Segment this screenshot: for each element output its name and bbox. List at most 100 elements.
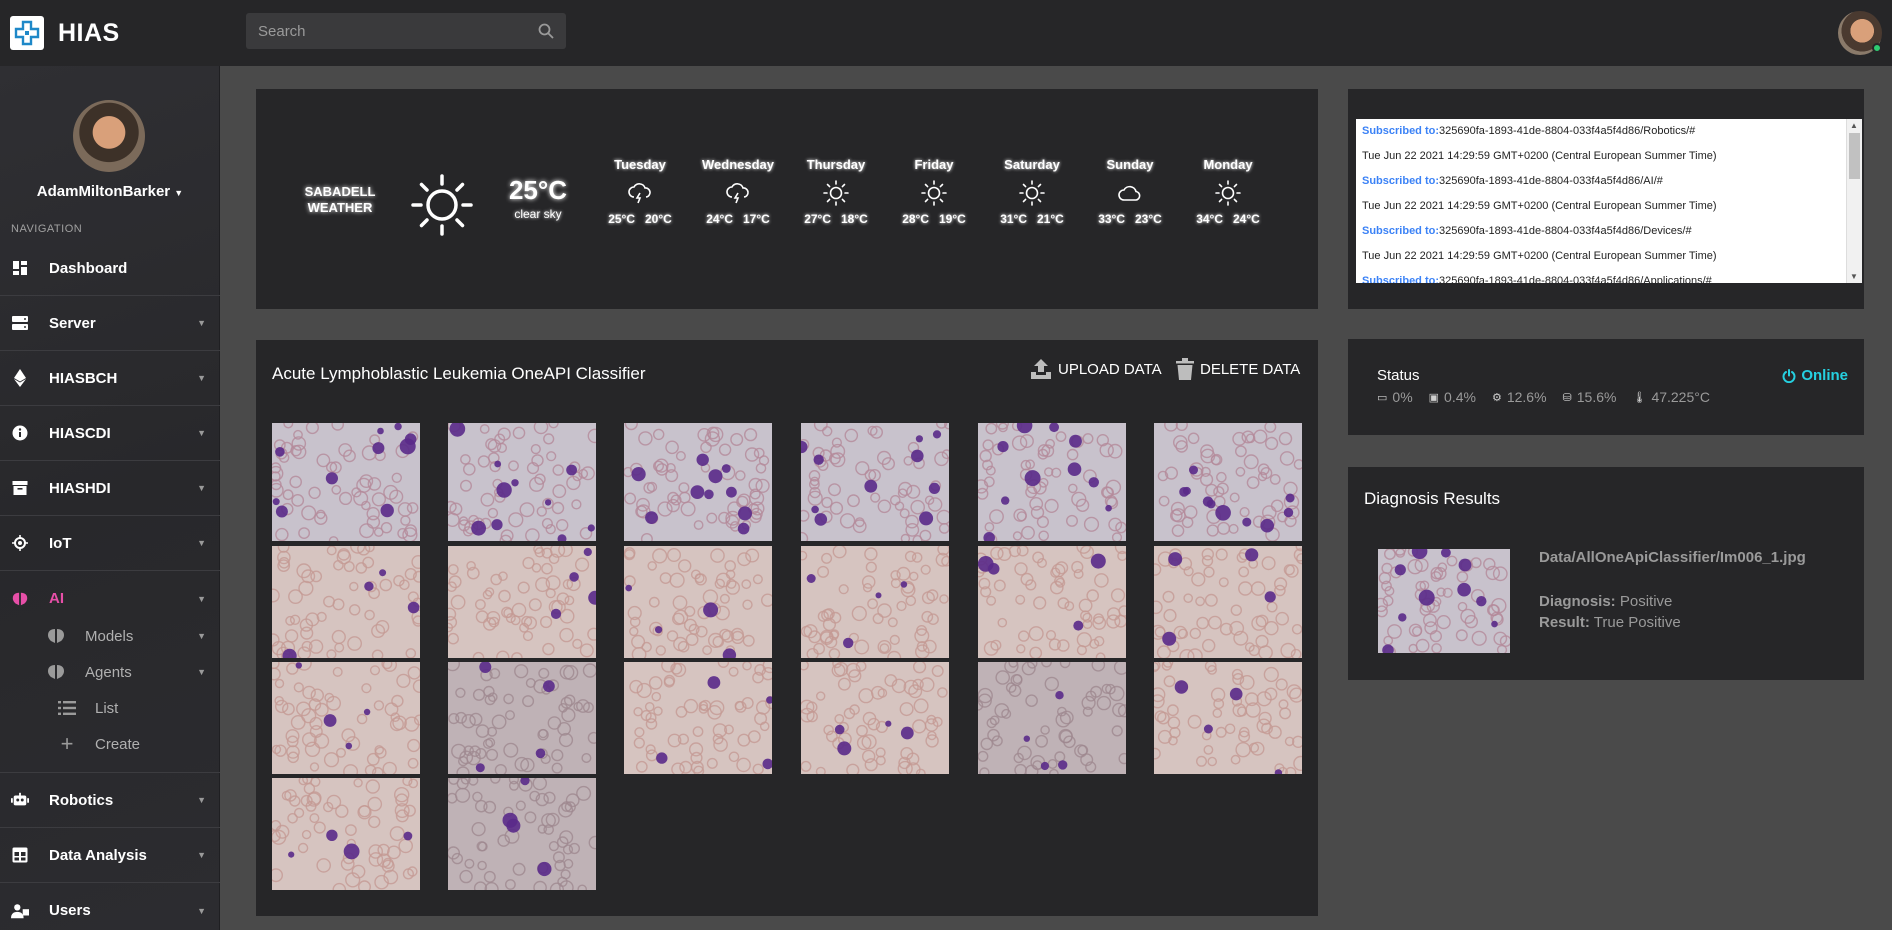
- sample-image-thumbnail[interactable]: [448, 662, 596, 774]
- forecast-day-name: Monday: [1203, 157, 1253, 172]
- forecast-temps: 25°C 20°C: [608, 212, 672, 226]
- profile-name-dropdown[interactable]: AdamMiltonBarker ▼: [0, 183, 220, 200]
- delete-data-button[interactable]: DELETE DATA: [1176, 358, 1300, 380]
- app-name: HIAS: [58, 18, 120, 47]
- mqtt-log-line: Subscribed to:325690fa-1893-41de-8804-03…: [1362, 175, 1663, 187]
- mqtt-log[interactable]: Subscribed to:325690fa-1893-41de-8804-03…: [1356, 119, 1862, 283]
- scroll-down-icon[interactable]: ▼: [1850, 272, 1858, 281]
- sample-image-thumbnail[interactable]: [978, 662, 1126, 774]
- sample-image-thumbnail[interactable]: [272, 778, 420, 890]
- list-icon: [57, 699, 77, 717]
- search-bar: [246, 13, 566, 49]
- sidebar-item-iot[interactable]: IoT ▼: [0, 516, 220, 571]
- status-metric: ⛁ 15.6%: [1562, 389, 1617, 405]
- hdd-icon: ⛁: [1562, 391, 1572, 404]
- classifier-title: Acute Lymphoblastic Leukemia OneAPI Clas…: [272, 364, 646, 383]
- sidebar-item-users[interactable]: Users ▼: [0, 883, 220, 930]
- status-metric: ▭ 0%: [1377, 389, 1413, 405]
- robot-icon: [11, 791, 29, 809]
- sidebar-item-server[interactable]: Server ▼: [0, 296, 220, 351]
- result-row: Result: True Positive: [1539, 614, 1681, 631]
- nav-heading: NAVIGATION: [11, 223, 83, 235]
- server-icon: [11, 314, 29, 332]
- forecast-day-name: Friday: [914, 157, 954, 172]
- sidebar-item-hiashdi[interactable]: HIASHDI ▼: [0, 461, 220, 516]
- sample-image-thumbnail[interactable]: [624, 662, 772, 774]
- scrollbar-thumb[interactable]: [1849, 133, 1860, 179]
- sidebar: AdamMiltonBarker ▼ NAVIGATION Dashboard …: [0, 66, 220, 930]
- forecast-day-name: Saturday: [1004, 157, 1060, 172]
- sidebar-subitem-models[interactable]: Models ▼: [0, 618, 220, 654]
- forecast-day: Friday 28°C 19°C: [894, 157, 974, 226]
- sun-icon: [1019, 180, 1045, 206]
- sidebar-subitem-agents[interactable]: Agents ▼: [0, 654, 220, 690]
- top-bar: HIAS: [0, 0, 1892, 66]
- hias-logo-icon: [10, 16, 44, 50]
- archive-icon: [11, 479, 29, 497]
- sample-image-thumbnail[interactable]: [1154, 423, 1302, 541]
- sample-image-thumbnail[interactable]: [978, 546, 1126, 658]
- ethereum-icon: [11, 369, 29, 387]
- search-input[interactable]: [258, 22, 538, 40]
- search-icon[interactable]: [538, 23, 554, 39]
- weather-panel: SABADELL WEATHER 25°C clear sky Tuesday 2…: [256, 89, 1318, 309]
- mqtt-log-line: Subscribed to:325690fa-1893-41de-8804-03…: [1362, 125, 1696, 137]
- forecast-day: Monday 34°C 24°C: [1188, 157, 1268, 226]
- chevron-down-icon: ▼: [197, 631, 206, 641]
- status-metrics: ▭ 0% ▣ 0.4% ⚙ 12.6% ⛁ 15.6% 🌡 47.225°C: [1377, 389, 1710, 405]
- forecast-day-name: Wednesday: [701, 157, 774, 172]
- sample-image-thumbnail[interactable]: [801, 662, 949, 774]
- trash-icon: [1176, 358, 1194, 380]
- user-avatar[interactable]: [1838, 11, 1882, 55]
- online-indicator: [1872, 43, 1882, 53]
- sidebar-item-hiasbch[interactable]: HIASBCH ▼: [0, 351, 220, 406]
- sun-icon: [823, 180, 849, 206]
- sidebar-item-dashboard[interactable]: Dashboard: [0, 241, 220, 296]
- mqtt-log-line: Subscribed to:325690fa-1893-41de-8804-03…: [1362, 225, 1692, 237]
- dashboard-icon: [11, 259, 29, 277]
- chevron-down-icon: ▼: [197, 483, 206, 493]
- sample-image-thumbnail[interactable]: [624, 423, 772, 541]
- storm-icon: [627, 180, 653, 206]
- weather-description: clear sky: [514, 207, 562, 221]
- sample-image-thumbnail[interactable]: [448, 778, 596, 890]
- sample-image-thumbnail[interactable]: [448, 546, 596, 658]
- sidebar-subitem-list[interactable]: List: [0, 690, 220, 726]
- sample-image-thumbnail[interactable]: [801, 546, 949, 658]
- forecast-temps: 34°C 24°C: [1196, 212, 1260, 226]
- sample-image-thumbnail[interactable]: [448, 423, 596, 541]
- forecast-day: Thursday 27°C 18°C: [796, 157, 876, 226]
- sidebar-item-robotics[interactable]: Robotics ▼: [0, 773, 220, 828]
- sample-image-thumbnail[interactable]: [1154, 662, 1302, 774]
- sample-image-thumbnail[interactable]: [1154, 546, 1302, 658]
- forecast-day-name: Thursday: [806, 157, 866, 172]
- sample-image-thumbnail[interactable]: [801, 423, 949, 541]
- chevron-down-icon: ▼: [197, 428, 206, 438]
- mqtt-log-line: Tue Jun 22 2021 14:29:59 GMT+0200 (Centr…: [1362, 200, 1717, 212]
- sample-image-thumbnail[interactable]: [272, 423, 420, 541]
- upload-data-button[interactable]: UPLOAD DATA: [1030, 358, 1162, 380]
- classifier-panel: Acute Lymphoblastic Leukemia OneAPI Clas…: [256, 340, 1318, 916]
- cloud-icon: [1117, 180, 1143, 206]
- status-panel: Status Online ▭ 0% ▣ 0.4% ⚙ 12.6% ⛁ 15.6% 🌡 47.22…: [1348, 339, 1864, 435]
- profile-avatar[interactable]: [73, 100, 145, 172]
- status-metric: ▣ 0.4%: [1428, 389, 1476, 405]
- sample-image-thumbnail[interactable]: [272, 546, 420, 658]
- sample-image-thumbnail[interactable]: [624, 546, 772, 658]
- chip-icon: [11, 534, 29, 552]
- sample-image-thumbnail[interactable]: [272, 662, 420, 774]
- status-metric: 🌡 47.225°C: [1632, 389, 1710, 405]
- diagnosis-title: Diagnosis Results: [1364, 489, 1501, 508]
- forecast-day: Sunday 33°C 23°C: [1090, 157, 1170, 226]
- sidebar-subitem-create[interactable]: + Create: [0, 726, 220, 762]
- sun-icon: [921, 180, 947, 206]
- forecast-day: Saturday 31°C 21°C: [992, 157, 1072, 226]
- forecast-temps: 31°C 21°C: [1000, 212, 1064, 226]
- brand[interactable]: HIAS: [10, 16, 120, 50]
- scroll-up-icon[interactable]: ▲: [1850, 121, 1858, 130]
- sidebar-item-data-analysis[interactable]: Data Analysis ▼: [0, 828, 220, 883]
- sample-image-thumbnail[interactable]: [978, 423, 1126, 541]
- sidebar-item-hiascdi[interactable]: HIASCDI ▼: [0, 406, 220, 461]
- scrollbar[interactable]: ▲ ▼: [1846, 119, 1862, 283]
- memory-icon: ⚙: [1491, 391, 1502, 404]
